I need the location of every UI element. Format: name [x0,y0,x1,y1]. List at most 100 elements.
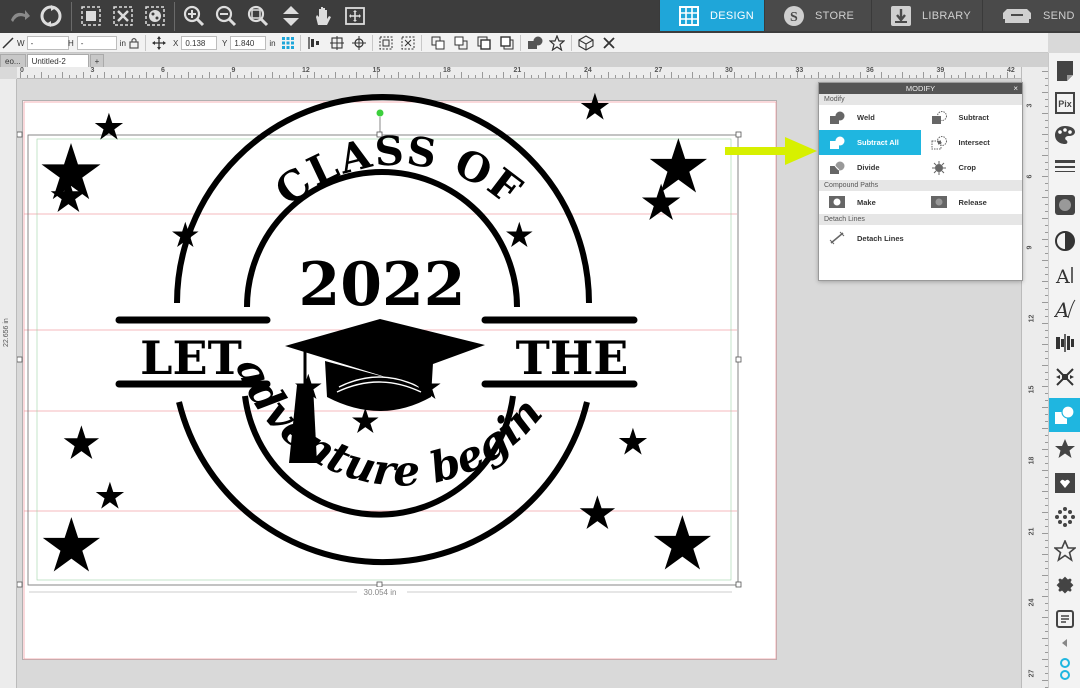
tab-design[interactable]: DESIGN [659,0,764,31]
ruler-right-number: 6 [1026,174,1034,179]
align-icon[interactable] [1052,329,1078,357]
hand-icon[interactable] [309,3,337,29]
library-download-icon [890,5,912,27]
rhinestone-icon[interactable] [1052,503,1078,531]
delete-x-icon[interactable] [601,35,617,51]
doc-tab-previous[interactable]: eo... [0,54,26,67]
star-outline-icon[interactable] [1052,537,1078,565]
ruler-top-number: 42 [1007,67,1015,74]
divide-label: Divide [857,163,880,172]
modify-title-text: MODIFY [905,84,936,93]
ruler-right-number: 27 [1028,669,1036,678]
svg-text:Pix: Pix [1058,99,1072,109]
bring-forward-icon[interactable] [476,35,492,51]
width-field[interactable] [26,36,69,50]
handle-mr[interactable] [735,356,742,363]
group-icon[interactable] [77,3,105,29]
the-text: THE [516,331,629,385]
page-setup-icon[interactable] [1052,57,1078,85]
intersect-button[interactable]: Intersect [921,130,1023,155]
pan-arrows-icon[interactable] [277,3,305,29]
zoom-fit-icon[interactable] [244,3,272,29]
replicate-icon[interactable] [1052,363,1078,391]
center-icon[interactable] [329,35,345,51]
divide-button[interactable]: Divide [819,155,921,180]
group-small-icon[interactable] [378,35,394,51]
ruler-right-number: 15 [1028,385,1036,394]
redo-icon[interactable] [6,3,34,29]
compound-path-icon[interactable] [141,3,169,29]
zoom-in-icon[interactable] [180,3,208,29]
crop-button[interactable]: Crop [921,155,1023,180]
bring-to-front-icon[interactable] [430,35,446,51]
crop-icon [931,160,947,175]
rotate-handle[interactable] [376,109,384,117]
send-tool-icon[interactable] [1052,605,1078,633]
fill-palette-icon[interactable] [1052,121,1078,149]
width-label: W [17,38,25,48]
tab-store-label: STORE [815,9,855,22]
anchor-grid-icon[interactable] [280,35,296,51]
weld-button[interactable]: Weld [819,105,921,130]
ruler-top-number: 18 [443,67,451,74]
send-to-back-icon[interactable] [453,35,469,51]
handle-bl[interactable] [17,581,23,588]
zoom-out-icon[interactable] [212,3,240,29]
vertical-ruler: 22.656 in [0,79,17,688]
subtract-button[interactable]: Subtract [921,105,1023,130]
transparency-icon[interactable] [1052,227,1078,255]
handle-tl[interactable] [17,131,23,138]
ungroup-small-icon[interactable] [400,35,416,51]
modify-icon[interactable] [1049,398,1080,432]
make-compound-button[interactable]: Make [819,191,921,213]
make-label: Make [857,197,876,207]
fit-to-page-icon[interactable] [341,3,369,29]
3d-box-icon[interactable] [578,35,594,51]
callout-arrow [725,137,817,165]
height-field[interactable] [76,36,117,50]
ungroup-icon[interactable] [109,3,137,29]
move-arrows-icon[interactable] [151,35,167,51]
pixscan-icon[interactable]: Pix [1052,89,1078,117]
x-position-field[interactable] [181,36,218,50]
close-icon[interactable]: × [1013,83,1018,94]
refresh-icon[interactable] [37,3,65,29]
doc-tab-untitled-2[interactable]: Untitled-2 [26,54,89,67]
align-left-icon[interactable] [306,35,322,51]
tab-send[interactable]: SEND [982,0,1080,31]
subtract-all-button[interactable]: Subtract All [819,130,921,155]
handle-tr[interactable] [735,131,742,138]
offset-star-icon[interactable] [1052,435,1078,463]
image-effects-icon[interactable] [1052,469,1078,497]
collapse-arrow-icon[interactable] [1052,635,1078,651]
lock-aspect-icon[interactable] [126,35,142,51]
tab-library[interactable]: LIBRARY [871,0,982,31]
ruler-top-number: 36 [866,67,874,74]
divide-icon [829,161,845,175]
release-compound-button[interactable]: Release [921,191,1023,213]
line-style-icon[interactable] [1052,153,1078,181]
settings-gear-icon[interactable] [1052,656,1078,682]
new-tab-button[interactable]: + [89,54,105,67]
handle-ml[interactable] [17,356,23,363]
line-tool-icon[interactable] [0,35,16,51]
modify-panel-title: MODIFY × [819,83,1022,94]
weld-icon [829,111,845,125]
sketch-text-icon[interactable]: A [1052,295,1078,323]
send-backward-icon[interactable] [499,35,515,51]
ruler-top-number: 39 [936,67,945,74]
handle-br[interactable] [735,581,742,588]
center-to-page-icon[interactable] [351,35,367,51]
puzzle-icon[interactable] [1052,571,1078,599]
text-style-icon[interactable]: A [1052,261,1078,289]
y-position-field[interactable] [230,36,267,50]
trace-icon[interactable] [1052,191,1078,219]
star-offset-icon[interactable] [549,35,565,51]
weld-small-icon[interactable] [527,35,543,51]
detach-lines-button[interactable]: Detach Lines [819,225,1019,251]
handle-bc[interactable] [376,581,383,588]
tab-store[interactable]: S STORE [764,0,871,31]
section-detach-lines: Detach Lines [819,214,1022,225]
crop-label: Crop [958,163,977,172]
section-modify: Modify [819,94,1022,105]
